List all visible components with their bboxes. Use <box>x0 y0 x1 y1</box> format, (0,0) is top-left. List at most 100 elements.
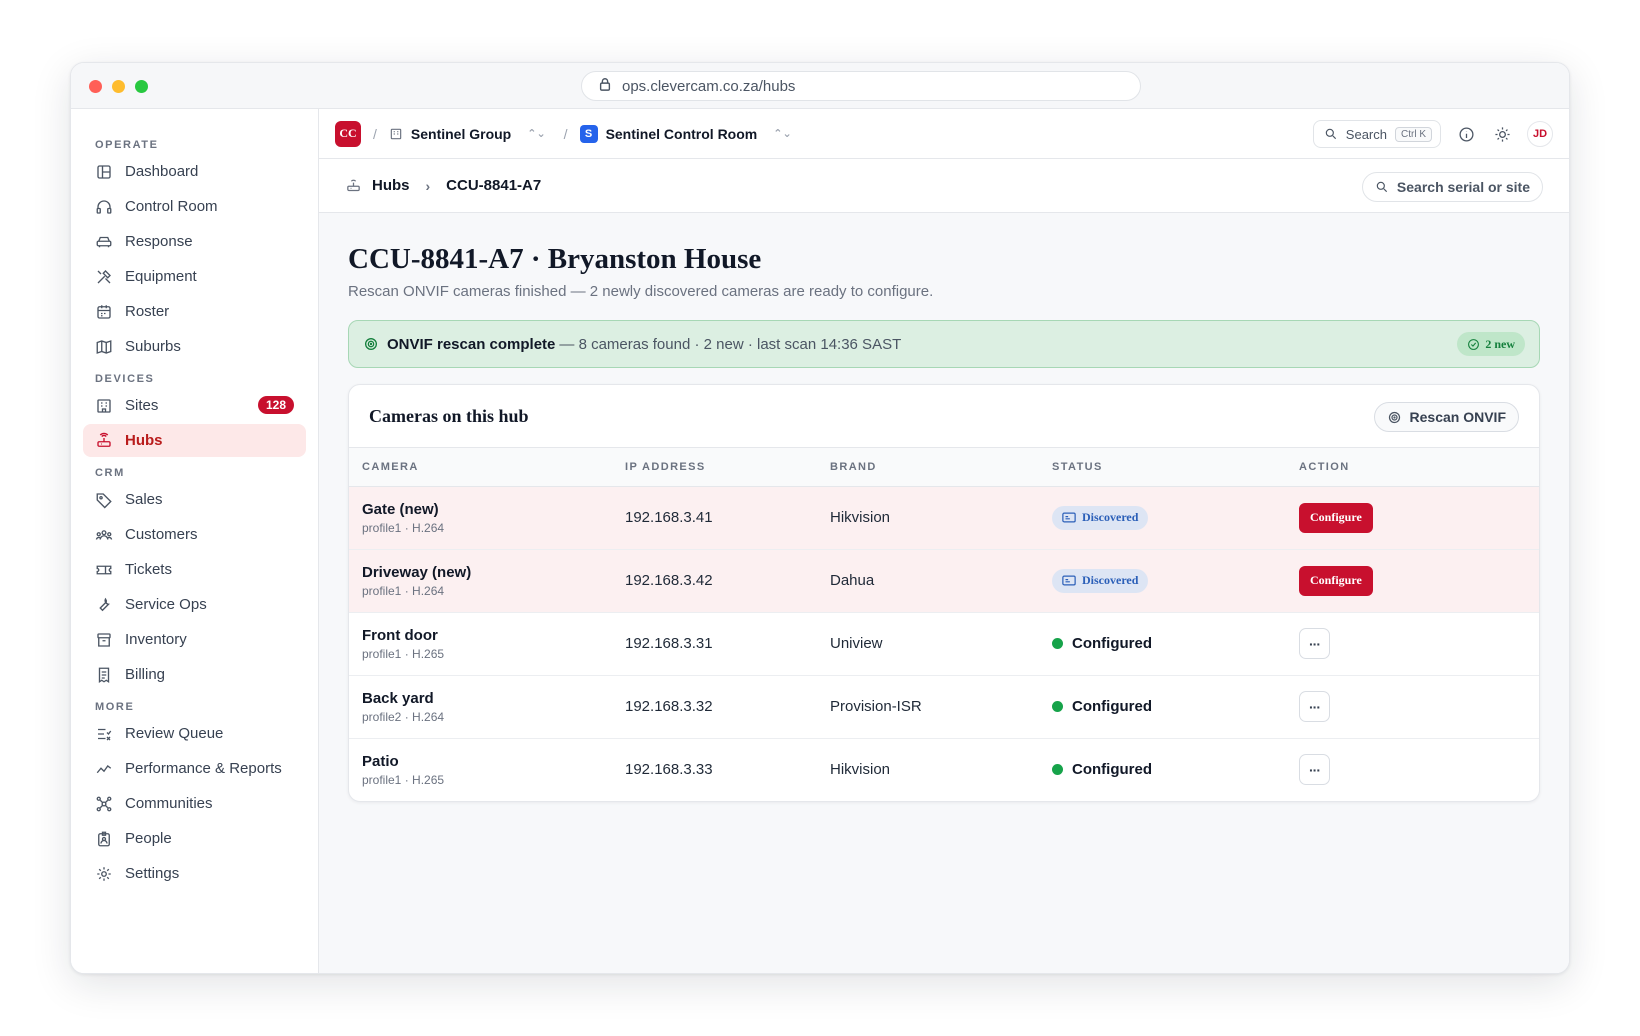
rescan-success-banner: ONVIF rescan complete — 8 cameras found … <box>348 320 1540 368</box>
sidebar-item-billing[interactable]: Billing <box>83 658 306 691</box>
id-badge-icon <box>98 831 110 846</box>
minimize-window-button[interactable] <box>112 80 125 93</box>
ip-address: 192.168.3.32 <box>625 698 713 715</box>
theme-toggle-button[interactable] <box>1491 123 1513 145</box>
map-icon <box>96 339 112 354</box>
new-count-label: 2 new <box>1485 336 1515 351</box>
maximize-window-button[interactable] <box>135 80 148 93</box>
users-icon <box>95 529 113 540</box>
sidebar: OPERATE Dashboard Control Room Response … <box>71 109 319 973</box>
sidebar-item-service-ops[interactable]: Service Ops <box>83 588 306 621</box>
sidebar-item-performance-reports[interactable]: Performance & Reports <box>83 752 306 785</box>
sidebar-item-equipment[interactable]: Equipment <box>83 260 306 293</box>
search-icon <box>1325 128 1336 140</box>
status-label: Discovered <box>1082 573 1139 587</box>
rescan-onvif-button[interactable]: Rescan ONVIF <box>1373 402 1519 432</box>
configure-button[interactable]: Configure <box>1299 502 1373 533</box>
sidebar-item-sales[interactable]: Sales <box>83 483 306 516</box>
sidebar-section-operate: OPERATE <box>95 139 159 151</box>
close-window-button[interactable] <box>89 80 102 93</box>
sidebar-item-tickets[interactable]: Tickets <box>83 553 306 586</box>
sidebar-item-review-queue[interactable]: Review Queue <box>83 717 306 750</box>
column-header-ip[interactable]: IP ADDRESS <box>612 448 817 486</box>
sidebar-item-label: Service Ops <box>125 596 207 613</box>
breadcrumb: Hubs › CCU-8841-A7 <box>345 177 541 194</box>
camera-name: Back yard <box>362 689 434 707</box>
sidebar-item-roster[interactable]: Roster <box>83 295 306 328</box>
sidebar-item-suburbs[interactable]: Suburbs <box>83 330 306 363</box>
breadcrumb-hubs-link[interactable]: Hubs <box>372 177 410 194</box>
gear-icon <box>97 866 111 881</box>
action-cell: ··· <box>1286 612 1539 675</box>
table-row[interactable]: Front door profile1 · H.265 192.168.3.31… <box>349 612 1539 675</box>
status-cell: Discovered <box>1039 549 1286 612</box>
receipt-icon <box>98 667 110 683</box>
sidebar-item-people[interactable]: People <box>83 822 306 855</box>
chart-line-icon <box>96 764 112 773</box>
status-dot-icon <box>1052 700 1063 712</box>
check-circle-icon <box>1468 338 1480 350</box>
column-header-status[interactable]: STATUS <box>1039 448 1286 486</box>
sidebar-item-label: Suburbs <box>125 338 181 355</box>
camera-name: Patio <box>362 752 399 770</box>
layout-icon <box>97 164 111 179</box>
brand: Provision-ISR <box>830 698 922 715</box>
tag-icon <box>96 492 112 508</box>
sidebar-item-label: Settings <box>125 865 180 882</box>
search-serial-label: Search serial or site <box>1396 179 1530 195</box>
search-serial-button[interactable]: Search serial or site <box>1361 172 1543 202</box>
banner-detail: — 8 cameras found · 2 new · last scan 14… <box>559 335 902 353</box>
top-bar-actions: Search Ctrl K JD <box>1312 120 1553 148</box>
table-row[interactable]: Gate (new) profile1 · H.264 192.168.3.41… <box>349 486 1539 549</box>
brand: Hikvision <box>830 509 891 526</box>
chevron-right-icon: › <box>425 177 431 194</box>
sidebar-item-response[interactable]: Response <box>83 225 306 258</box>
sidebar-item-customers[interactable]: Customers <box>83 518 306 551</box>
sidebar-item-inventory[interactable]: Inventory <box>83 623 306 656</box>
table-row[interactable]: Driveway (new) profile1 · H.264 192.168.… <box>349 549 1539 612</box>
status-label: Configured <box>1072 634 1152 652</box>
brand: Hikvision <box>830 761 891 779</box>
chevron-updown-icon: ⌃⌄ <box>527 128 546 140</box>
configure-button[interactable]: Configure <box>1299 565 1373 596</box>
column-header-brand[interactable]: BRAND <box>817 448 1039 486</box>
sidebar-item-sites[interactable]: Sites 128 <box>83 389 306 422</box>
global-search-button[interactable]: Search Ctrl K <box>1312 120 1441 148</box>
camera-name: Gate (new) <box>362 500 439 518</box>
sidebar-item-control-room[interactable]: Control Room <box>83 190 306 223</box>
table-row[interactable]: Patio profile1 · H.265 192.168.3.33 Hikv… <box>349 738 1539 801</box>
sidebar-item-label: Customers <box>125 526 198 543</box>
action-cell: Configure <box>1286 486 1539 549</box>
sidebar-item-dashboard[interactable]: Dashboard <box>83 155 306 188</box>
sidebar-item-label: Dashboard <box>125 163 199 180</box>
org-switcher[interactable]: Sentinel Group ⌃⌄ <box>389 126 546 142</box>
building-icon <box>390 128 402 139</box>
list-check-icon <box>98 728 112 740</box>
more-actions-button[interactable]: ··· <box>1299 691 1330 722</box>
cameras-card-title: Cameras on this hub <box>369 405 529 426</box>
more-actions-button[interactable]: ··· <box>1299 628 1330 659</box>
user-avatar[interactable]: JD <box>1527 121 1553 147</box>
action-cell: ··· <box>1286 738 1539 801</box>
sidebar-item-communities[interactable]: Communities <box>83 787 306 820</box>
sidebar-item-label: Tickets <box>125 561 172 578</box>
page-content: CCU-8841-A7 · Bryanston House Rescan ONV… <box>319 213 1569 802</box>
address-bar[interactable]: ops.clevercam.co.za/hubs <box>581 71 1141 101</box>
camera-profile: profile1 · H.264 <box>362 520 445 535</box>
camera-profile: profile1 · H.264 <box>362 583 445 598</box>
sidebar-item-hubs[interactable]: Hubs <box>83 424 306 457</box>
sidebar-item-settings[interactable]: Settings <box>83 857 306 890</box>
camera-profile: profile1 · H.265 <box>362 772 445 787</box>
info-button[interactable] <box>1455 123 1477 145</box>
camera-profile: profile1 · H.265 <box>362 646 445 661</box>
search-icon <box>1376 181 1388 193</box>
column-header-camera[interactable]: CAMERA <box>349 448 612 486</box>
status-indicator: Configured <box>1052 635 1152 652</box>
status-cell: Configured <box>1039 675 1286 738</box>
workspace-switcher[interactable]: S Sentinel Control Room ⌃⌄ <box>579 124 792 143</box>
status-indicator: Configured <box>1052 698 1152 715</box>
more-actions-button[interactable]: ··· <box>1299 754 1330 786</box>
table-row[interactable]: Back yard profile2 · H.264 192.168.3.32 … <box>349 675 1539 738</box>
sidebar-item-label: Sales <box>125 491 163 508</box>
app-logo[interactable]: CC <box>335 120 361 147</box>
